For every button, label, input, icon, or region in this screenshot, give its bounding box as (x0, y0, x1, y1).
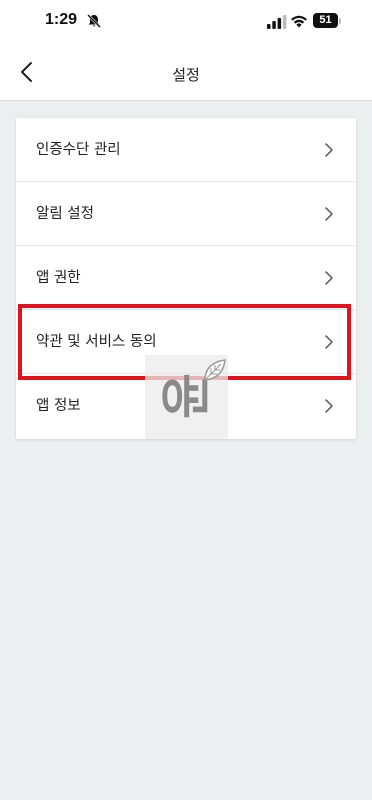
menu-item-label: 앱 정보 (36, 398, 81, 414)
chevron-right-icon (325, 271, 333, 285)
chevron-right-icon (325, 335, 333, 349)
menu-item-label: 인증수단 관리 (36, 142, 121, 158)
status-bar: 1:29 51 (0, 0, 372, 44)
back-arrow-icon (21, 62, 32, 82)
bell-off-icon (87, 14, 101, 28)
app-header: 설정 (0, 44, 372, 101)
page-title: 설정 (172, 66, 200, 84)
watermark: 윤 (145, 355, 228, 439)
menu-item-label: 약관 및 서비스 동의 (36, 334, 157, 350)
back-button[interactable] (12, 56, 42, 88)
chevron-right-icon (325, 399, 333, 413)
menu-item-auth-methods[interactable]: 인증수단 관리 (16, 118, 356, 182)
chevron-right-icon (325, 143, 333, 157)
battery-tip (339, 18, 341, 24)
menu-item-label: 앱 권한 (36, 270, 81, 286)
leaf-icon (204, 359, 226, 381)
menu-item-label: 알림 설정 (36, 206, 94, 222)
signal-icon (267, 15, 287, 29)
chevron-right-icon (325, 207, 333, 221)
battery-icon: 51 (313, 13, 338, 28)
wifi-icon (291, 15, 307, 28)
status-time: 1:29 (45, 11, 78, 28)
menu-item-app-permissions[interactable]: 앱 권한 (16, 246, 356, 310)
menu-item-notifications[interactable]: 알림 설정 (16, 182, 356, 246)
